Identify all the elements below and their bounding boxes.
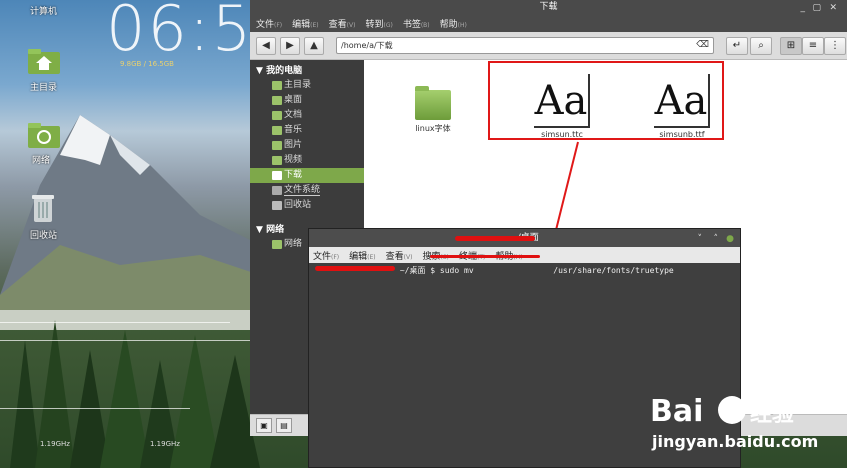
file-manager-toolbar: ◀ ▶ ▲ /home/a/下载 ⌫ ↵ ⌕ ⊞ ≡ ⋮ bbox=[250, 32, 847, 60]
back-arrow-icon[interactable]: ◀ bbox=[256, 36, 276, 55]
pictures-icon bbox=[272, 141, 282, 150]
computer-desktop-label[interactable]: 计算机 bbox=[30, 4, 57, 17]
file-manager-titlebar[interactable]: 下载 ✕ ▢ _ bbox=[250, 0, 847, 14]
folder-item[interactable]: linux字体 bbox=[408, 86, 458, 134]
menu-file[interactable]: 文件(F) bbox=[313, 249, 339, 262]
redaction-scribble bbox=[315, 266, 395, 271]
paw-icon bbox=[718, 396, 746, 424]
up-arrow-icon[interactable]: ▲ bbox=[304, 36, 324, 55]
memory-readout: 9.8GB / 16.5GB bbox=[120, 60, 174, 68]
downloads-icon bbox=[272, 171, 282, 180]
forest-illustration bbox=[0, 310, 260, 468]
search-icon[interactable]: ⌕ bbox=[750, 37, 772, 55]
sidebar-item-downloads[interactable]: 下载 bbox=[250, 168, 364, 183]
trash-icon[interactable] bbox=[30, 192, 66, 226]
music-icon bbox=[272, 126, 282, 135]
clear-address-icon[interactable]: ⌫ bbox=[696, 38, 709, 53]
compact-view-icon[interactable]: ⋮ bbox=[824, 37, 846, 55]
trash-icon bbox=[272, 201, 282, 210]
trash-label: 回收站 bbox=[30, 231, 58, 241]
window-title: 下载 bbox=[539, 2, 558, 12]
sidebar-item-desktop[interactable]: 桌面 bbox=[250, 93, 364, 108]
redaction-scribble bbox=[455, 236, 535, 241]
drive-icon bbox=[272, 186, 282, 195]
menu-help[interactable]: 帮助(H) bbox=[440, 17, 467, 30]
sidebar-item-music[interactable]: 音乐 bbox=[250, 123, 364, 138]
redaction-scribble bbox=[430, 255, 540, 258]
folder-icon bbox=[415, 86, 451, 120]
toggle-location-icon[interactable]: ↵ bbox=[726, 37, 748, 55]
watermark-brand: Bai bbox=[650, 394, 704, 429]
file-manager-menubar: 文件(F) 编辑(E) 查看(V) 转到(G) 书签(B) 帮助(H) bbox=[250, 14, 847, 32]
watermark-brand-cn: 经验 bbox=[750, 402, 795, 427]
annotation-highlight-box bbox=[488, 61, 724, 140]
watermark-url: jingyan.baidu.com bbox=[652, 432, 819, 451]
desktop-icon bbox=[272, 96, 282, 105]
address-path: /home/a/下载 bbox=[341, 41, 393, 50]
widget-divider bbox=[0, 408, 190, 409]
menu-edit[interactable]: 编辑(E) bbox=[292, 17, 319, 30]
minimize-icon[interactable]: ˅ bbox=[698, 230, 703, 248]
cpu-frequency-label: 1.19GHz bbox=[150, 440, 180, 448]
documents-icon bbox=[272, 111, 282, 120]
network-icon[interactable] bbox=[26, 120, 62, 154]
videos-icon bbox=[272, 156, 282, 165]
sidebar-item-trash[interactable]: 回收站 bbox=[250, 198, 364, 213]
sidebar-item-pictures[interactable]: 图片 bbox=[250, 138, 364, 153]
desktop-clock: 06:5 bbox=[106, 0, 254, 65]
sidebar-item-filesystem[interactable]: 文件系统 bbox=[250, 183, 364, 198]
sidebar-item-documents[interactable]: 文档 bbox=[250, 108, 364, 123]
close-icon[interactable]: ✕ bbox=[829, 1, 837, 15]
icon-view-icon[interactable]: ⊞ bbox=[780, 37, 802, 55]
menu-file[interactable]: 文件(F) bbox=[256, 17, 282, 30]
home-folder-label: 主目录 bbox=[30, 83, 58, 93]
terminal-pane-icon[interactable]: ▤ bbox=[276, 418, 292, 433]
close-icon[interactable]: ● bbox=[726, 230, 734, 248]
widget-divider bbox=[0, 322, 230, 323]
cpu-frequency-label: 1.19GHz bbox=[40, 440, 70, 448]
menu-view[interactable]: 查看(V) bbox=[329, 17, 356, 30]
widget-divider bbox=[0, 340, 250, 341]
network-label: 网络 bbox=[32, 156, 51, 166]
minimize-icon[interactable]: _ bbox=[801, 1, 806, 15]
command-destination: /usr/share/fonts/truetype bbox=[553, 266, 674, 275]
prompt-path: ~/桌面 $ bbox=[399, 266, 436, 275]
home-icon bbox=[272, 81, 282, 90]
sidebar-item-videos[interactable]: 视频 bbox=[250, 153, 364, 168]
sidebar-section-computer[interactable]: ▼ 我的电脑 bbox=[250, 60, 364, 78]
folder-pane-icon[interactable]: ▣ bbox=[256, 418, 272, 433]
forward-arrow-icon[interactable]: ▶ bbox=[280, 36, 300, 55]
baidu-watermark: Bai 经验 jingyan.baidu.com bbox=[640, 380, 847, 468]
list-view-icon[interactable]: ≡ bbox=[802, 37, 824, 55]
sidebar-item-home[interactable]: 主目录 bbox=[250, 78, 364, 93]
menu-go[interactable]: 转到(G) bbox=[365, 17, 392, 30]
maximize-icon[interactable]: ▢ bbox=[812, 1, 821, 15]
menu-view[interactable]: 查看(V) bbox=[386, 249, 413, 262]
network-icon bbox=[272, 240, 282, 249]
home-folder-icon[interactable] bbox=[26, 46, 62, 80]
maximize-icon[interactable]: ˄ bbox=[714, 230, 719, 248]
address-bar[interactable]: /home/a/下载 ⌫ bbox=[336, 37, 714, 54]
menu-edit[interactable]: 编辑(E) bbox=[349, 249, 376, 262]
menu-bookmarks[interactable]: 书签(B) bbox=[403, 17, 430, 30]
command-text: sudo mv bbox=[439, 266, 474, 275]
